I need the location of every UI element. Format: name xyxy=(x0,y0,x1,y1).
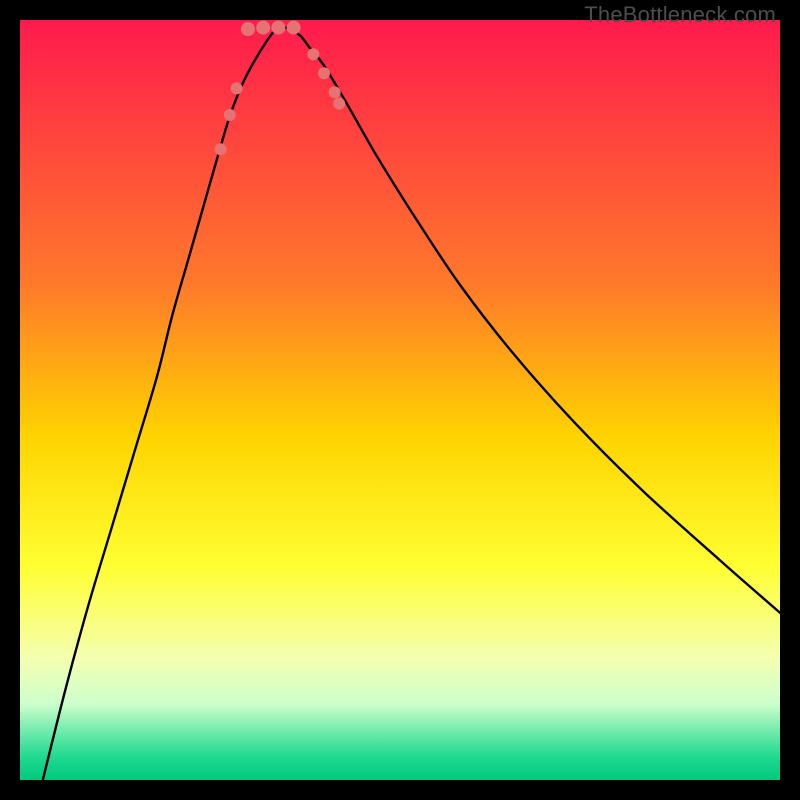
marker-dot xyxy=(224,109,236,121)
marker-dot xyxy=(256,21,270,35)
marker-dot xyxy=(241,22,255,36)
marker-dot xyxy=(318,67,330,79)
marker-dot xyxy=(329,86,341,98)
chart-frame xyxy=(20,20,780,780)
marker-dot xyxy=(333,98,345,110)
marker-dot xyxy=(307,48,319,60)
gradient-background xyxy=(20,20,780,780)
marker-dot xyxy=(287,21,301,35)
marker-dot xyxy=(271,21,285,35)
bottleneck-chart xyxy=(20,20,780,780)
marker-dot xyxy=(231,82,243,94)
watermark-label: TheBottleneck.com xyxy=(584,2,776,28)
marker-dot xyxy=(215,143,227,155)
